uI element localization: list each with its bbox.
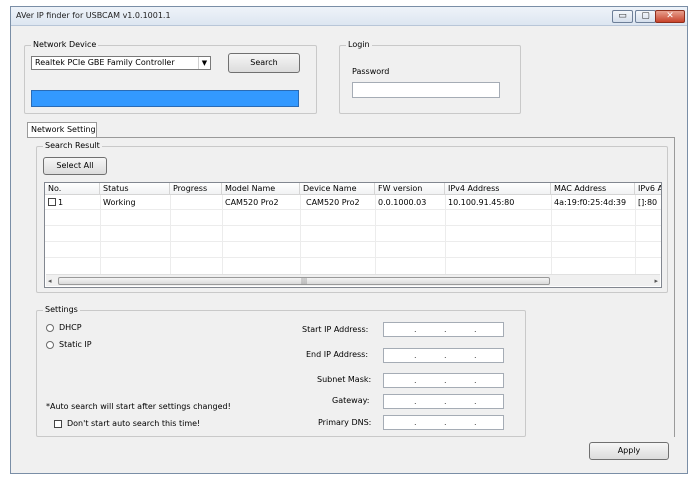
ip-separator: . xyxy=(414,397,417,406)
scroll-grip-icon: ||| xyxy=(301,278,308,285)
cell-ipv6-address: []:80 xyxy=(638,198,658,207)
subnet-mask-label: Subnet Mask: xyxy=(317,375,372,384)
window-title: AVer IP finder for USBCAM v1.0.1001.1 xyxy=(16,11,171,20)
column-header-no[interactable]: No. xyxy=(45,183,100,195)
ip-separator: . xyxy=(414,351,417,360)
ip-separator: . xyxy=(444,325,447,334)
end-ip-label: End IP Address: xyxy=(306,350,369,359)
cell-progress xyxy=(170,196,222,209)
login-legend: Login xyxy=(346,40,372,50)
password-label: Password xyxy=(352,67,390,76)
dhcp-label: DHCP xyxy=(59,323,82,332)
cell-fw-version: 0.0.1000.03 xyxy=(378,198,427,207)
ip-separator: . xyxy=(414,325,417,334)
column-header-ipv4-address[interactable]: IPv4 Address xyxy=(445,183,551,195)
dont-start-checkbox[interactable] xyxy=(54,420,62,428)
ip-separator: . xyxy=(474,376,477,385)
login-group: Login Password xyxy=(339,40,521,114)
cell-no[interactable]: 1 xyxy=(45,196,100,209)
dhcp-radio[interactable] xyxy=(46,324,54,332)
start-ip-input[interactable]: . . . xyxy=(383,322,504,337)
search-progress-bar xyxy=(31,90,299,107)
close-button[interactable]: ✕ xyxy=(655,10,685,23)
minimize-button[interactable]: ▭ xyxy=(612,10,633,23)
cell-model-name: CAM520 Pro2 xyxy=(225,198,279,207)
cell-ipv4-address: 10.100.91.45:80 xyxy=(448,198,515,207)
static-ip-radio[interactable] xyxy=(46,341,54,349)
ip-separator: . xyxy=(444,397,447,406)
primary-dns-label: Primary DNS: xyxy=(318,418,372,427)
auto-search-note: *Auto search will start after settings c… xyxy=(46,402,231,411)
grid-line xyxy=(45,257,661,258)
gateway-input[interactable]: . . . xyxy=(383,394,504,409)
search-button-label: Search xyxy=(250,58,278,67)
ip-separator: . xyxy=(474,418,477,427)
apply-button-label: Apply xyxy=(617,446,641,455)
ip-separator: . xyxy=(474,325,477,334)
ip-separator: . xyxy=(444,418,447,427)
device-table[interactable]: No. Status Progress Model Name Device Na… xyxy=(44,182,662,288)
column-header-mac-address[interactable]: MAC Address xyxy=(551,183,635,195)
column-header-device-name[interactable]: Device Name xyxy=(300,183,375,195)
title-bar[interactable]: AVer IP finder for USBCAM v1.0.1001.1 ▭ … xyxy=(11,7,687,26)
cell-mac-address: 4a:19:f0:25:4d:39 xyxy=(554,198,627,207)
primary-dns-input[interactable]: . . . xyxy=(383,415,504,430)
scroll-left-icon[interactable]: ◂ xyxy=(48,276,52,286)
cell-status: Working xyxy=(103,198,136,207)
start-ip-label: Start IP Address: xyxy=(302,325,369,334)
column-header-status[interactable]: Status xyxy=(100,183,170,195)
row-select-checkbox[interactable] xyxy=(48,198,56,206)
network-adapter-value: Realtek PCIe GBE Family Controller xyxy=(35,58,175,67)
subnet-mask-input[interactable]: . . . xyxy=(383,373,504,388)
search-result-legend: Search Result xyxy=(43,141,102,151)
apply-button[interactable]: Apply xyxy=(589,442,669,460)
column-header-model-name[interactable]: Model Name xyxy=(222,183,300,195)
table-row[interactable]: 1 Working CAM520 Pro2 CAM520 Pro2 0.0.10… xyxy=(45,196,661,209)
grid-line xyxy=(45,241,661,242)
column-header-ipv6-address[interactable]: IPv6 A xyxy=(635,183,661,195)
column-header-fw-version[interactable]: FW version xyxy=(375,183,445,195)
search-button[interactable]: Search xyxy=(228,53,300,73)
settings-group: Settings DHCP Static IP *Auto search wil… xyxy=(36,305,526,437)
grid-line xyxy=(45,209,661,210)
settings-legend: Settings xyxy=(43,305,80,315)
ip-separator: . xyxy=(444,376,447,385)
dont-start-label: Don't start auto search this time! xyxy=(67,419,201,428)
grid-line xyxy=(45,225,661,226)
ip-separator: . xyxy=(444,351,447,360)
ip-separator: . xyxy=(474,397,477,406)
tab-network-setting[interactable]: Network Setting xyxy=(27,122,97,137)
gateway-label: Gateway: xyxy=(332,396,370,405)
end-ip-input[interactable]: . . . xyxy=(383,348,504,363)
cell-no-value: 1 xyxy=(58,198,64,207)
select-all-button[interactable]: Select All xyxy=(43,157,107,175)
horizontal-scrollbar[interactable]: ◂ ||| ▸ xyxy=(46,274,660,286)
select-all-button-label: Select All xyxy=(56,161,94,170)
password-input[interactable] xyxy=(352,82,500,98)
network-device-group: Network Device Realtek PCIe GBE Family C… xyxy=(24,40,317,114)
ip-separator: . xyxy=(414,418,417,427)
scroll-right-icon[interactable]: ▸ xyxy=(654,276,658,286)
network-setting-page: Search Result Select All No. Status Prog… xyxy=(27,137,675,437)
ip-separator: . xyxy=(414,376,417,385)
minimize-icon: ▭ xyxy=(618,11,627,21)
column-header-progress[interactable]: Progress xyxy=(170,183,222,195)
close-icon: ✕ xyxy=(666,11,674,21)
maximize-icon: ▢ xyxy=(641,11,650,21)
chevron-down-icon: ▼ xyxy=(198,57,210,69)
main-window: AVer IP finder for USBCAM v1.0.1001.1 ▭ … xyxy=(10,6,688,474)
static-ip-label: Static IP xyxy=(59,340,92,349)
maximize-button[interactable]: ▢ xyxy=(635,10,656,23)
cell-device-name: CAM520 Pro2 xyxy=(306,198,360,207)
ip-separator: . xyxy=(474,351,477,360)
network-device-legend: Network Device xyxy=(31,40,99,50)
network-adapter-select[interactable]: Realtek PCIe GBE Family Controller ▼ xyxy=(31,56,211,70)
scroll-thumb[interactable]: ||| xyxy=(58,277,550,285)
search-result-group: Search Result Select All No. Status Prog… xyxy=(36,141,668,293)
tab-network-setting-label: Network Setting xyxy=(31,125,96,134)
